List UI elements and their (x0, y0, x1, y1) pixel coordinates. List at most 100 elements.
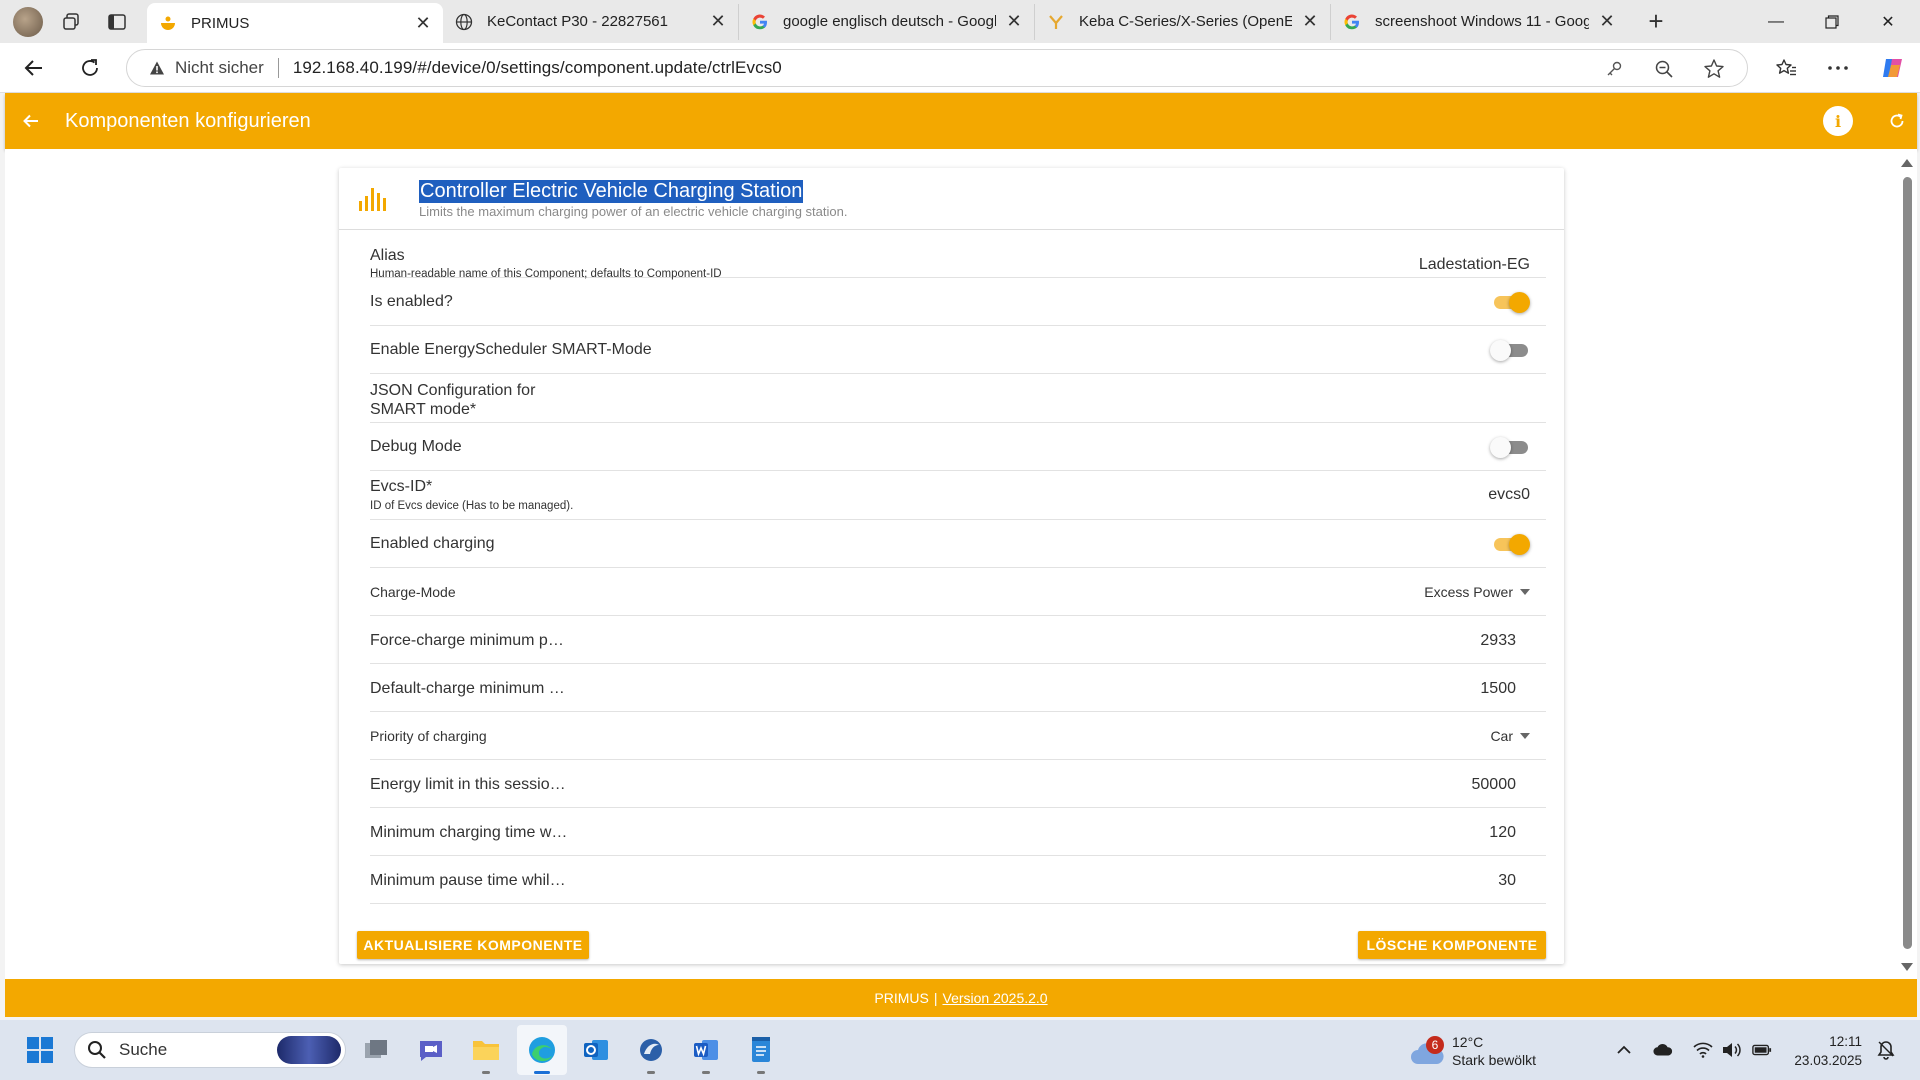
back-arrow-icon[interactable] (19, 109, 43, 133)
priority-row[interactable]: Priority of charging Car (370, 712, 1546, 760)
outlook-icon[interactable] (578, 1032, 614, 1068)
force-charge-input[interactable]: 2933 (1480, 632, 1516, 650)
notepad-icon[interactable] (743, 1032, 779, 1074)
tab-close-icon[interactable]: ✕ (1599, 11, 1615, 32)
tab-google-translate[interactable]: google englisch deutsch - Google ✕ (739, 3, 1035, 40)
min-charging-time-input[interactable]: 120 (1489, 824, 1516, 842)
password-key-icon[interactable] (1603, 58, 1625, 80)
energy-limit-row[interactable]: Energy limit in this sessio… 50000 (370, 760, 1546, 808)
globe-icon (455, 13, 473, 31)
scrollbar-thumb[interactable] (1903, 177, 1912, 949)
smart-mode-toggle[interactable] (1490, 339, 1530, 361)
speaker-icon[interactable] (1721, 1040, 1741, 1060)
version-link[interactable]: Version 2025.2.0 (943, 990, 1048, 1006)
close-window-icon[interactable]: ✕ (1860, 0, 1916, 43)
tab-google-screenshot[interactable]: screenshoot Windows 11 - Google ✕ (1331, 4, 1627, 40)
reload-icon[interactable] (72, 50, 108, 86)
tab-close-icon[interactable]: ✕ (710, 11, 726, 32)
clock-date: 23.03.2025 (1794, 1053, 1862, 1068)
address-bar[interactable]: Nicht sicher 192.168.40.199/#/device/0/s… (126, 49, 1748, 87)
alias-input[interactable]: Ladestation-EG (1419, 256, 1530, 274)
evcs-id-row[interactable]: Evcs-ID* ID of Evcs device (Has to be ma… (370, 471, 1546, 520)
priority-value: Car (1490, 728, 1513, 744)
tab-close-icon[interactable]: ✕ (1006, 11, 1022, 32)
task-view-icon[interactable] (358, 1032, 394, 1068)
debug-mode-row: Debug Mode (370, 423, 1546, 471)
priority-select[interactable]: Car (1490, 728, 1530, 744)
address-separator (277, 58, 279, 78)
battery-icon[interactable] (1752, 1040, 1772, 1060)
is-enabled-toggle[interactable] (1490, 291, 1530, 313)
tab-title: KeContact P30 - 22827561 (487, 13, 668, 30)
evcs-id-input[interactable]: evcs0 (1488, 486, 1530, 504)
taskbar-search[interactable]: Suche (74, 1032, 346, 1068)
min-pause-time-input[interactable]: 30 (1498, 872, 1516, 890)
scroll-down-icon[interactable] (1901, 963, 1913, 971)
info-icon[interactable]: i (1823, 106, 1853, 136)
alias-row[interactable]: Alias Human-readable name of this Compon… (370, 230, 1546, 280)
onedrive-cloud-icon[interactable] (1653, 1040, 1673, 1060)
tab-close-icon[interactable]: ✕ (1302, 11, 1318, 32)
evcs-id-label: Evcs-ID* (370, 478, 433, 495)
bar-chart-icon (359, 188, 386, 211)
min-pause-time-row[interactable]: Minimum pause time whil… 30 (370, 856, 1546, 904)
tab-close-icon[interactable]: ✕ (415, 13, 431, 34)
min-charging-time-row[interactable]: Minimum charging time w… 120 (370, 808, 1546, 856)
copilot-icon[interactable] (1875, 50, 1911, 86)
restore-icon[interactable] (1804, 0, 1860, 43)
debug-mode-toggle[interactable] (1490, 436, 1530, 458)
chevron-down-icon (1520, 589, 1530, 596)
new-tab-icon[interactable]: + (1641, 6, 1671, 37)
favorite-star-icon[interactable] (1703, 58, 1725, 80)
chevron-down-icon (1520, 733, 1530, 740)
running-indicator (647, 1071, 655, 1074)
delete-component-button[interactable]: LÖSCHE KOMPONENTE (1358, 931, 1546, 959)
file-explorer-icon[interactable] (468, 1032, 504, 1074)
default-charge-input[interactable]: 1500 (1480, 680, 1516, 698)
back-arrow-icon[interactable] (16, 50, 52, 86)
browser-toolbar: Nicht sicher 192.168.40.199/#/device/0/s… (0, 43, 1920, 93)
windows-start-icon[interactable] (22, 1032, 58, 1068)
workspaces-icon[interactable] (53, 4, 89, 40)
wifi-icon[interactable] (1693, 1040, 1713, 1060)
favorites-icon[interactable] (1768, 50, 1804, 86)
word-icon[interactable] (688, 1032, 724, 1074)
scroll-up-icon[interactable] (1901, 159, 1913, 167)
tab-primus[interactable]: PRIMUS ✕ (147, 3, 443, 43)
app-header: Komponenten konfigurieren i (5, 93, 1917, 149)
weather-widget[interactable]: 6 12°C Stark bewölkt (1410, 1030, 1560, 1070)
tab-actions-icon[interactable] (99, 4, 135, 40)
charge-mode-value: Excess Power (1424, 584, 1513, 600)
video-call-app-icon[interactable] (413, 1032, 449, 1068)
minimize-icon[interactable]: — (1748, 0, 1804, 43)
more-options-icon[interactable] (1820, 50, 1856, 86)
weather-temperature: 12°C (1452, 1034, 1484, 1050)
json-config-row[interactable]: JSON Configuration for SMART mode* (370, 374, 1546, 423)
charge-mode-label: Charge-Mode (370, 584, 456, 600)
system-clock[interactable]: 12:11 23.03.2025 (1790, 1032, 1862, 1070)
zoom-icon[interactable] (1653, 58, 1675, 80)
notification-bell-icon[interactable] (1876, 1040, 1896, 1060)
warning-icon[interactable] (149, 60, 165, 76)
chevron-up-icon[interactable] (1614, 1040, 1634, 1060)
profile-avatar[interactable] (13, 6, 43, 37)
toggle-knob (1509, 534, 1530, 555)
remote-app-icon[interactable] (633, 1032, 669, 1074)
min-pause-time-label: Minimum pause time whil… (370, 872, 566, 889)
tab-keba-openems[interactable]: Keba C-Series/X-Series (OpenEMS ✕ (1035, 3, 1331, 40)
tab-kecontact[interactable]: KeContact P30 - 22827561 ✕ (443, 3, 739, 40)
update-component-button[interactable]: AKTUALISIERE KOMPONENTE (357, 931, 589, 959)
refresh-icon[interactable] (1885, 109, 1909, 133)
google-icon (1343, 13, 1361, 31)
page-scrollbar[interactable] (1898, 149, 1917, 979)
edge-browser-icon[interactable] (517, 1025, 567, 1075)
enabled-charging-toggle[interactable] (1490, 533, 1530, 555)
url-text[interactable]: 192.168.40.199/#/device/0/settings/compo… (293, 58, 782, 78)
force-charge-row[interactable]: Force-charge minimum p… 2933 (370, 616, 1546, 664)
page-title: Komponenten konfigurieren (65, 109, 311, 132)
default-charge-row[interactable]: Default-charge minimum … 1500 (370, 664, 1546, 712)
energy-limit-input[interactable]: 50000 (1472, 776, 1517, 794)
security-label[interactable]: Nicht sicher (175, 58, 264, 78)
charge-mode-row[interactable]: Charge-Mode Excess Power (370, 568, 1546, 616)
charge-mode-select[interactable]: Excess Power (1424, 584, 1530, 600)
